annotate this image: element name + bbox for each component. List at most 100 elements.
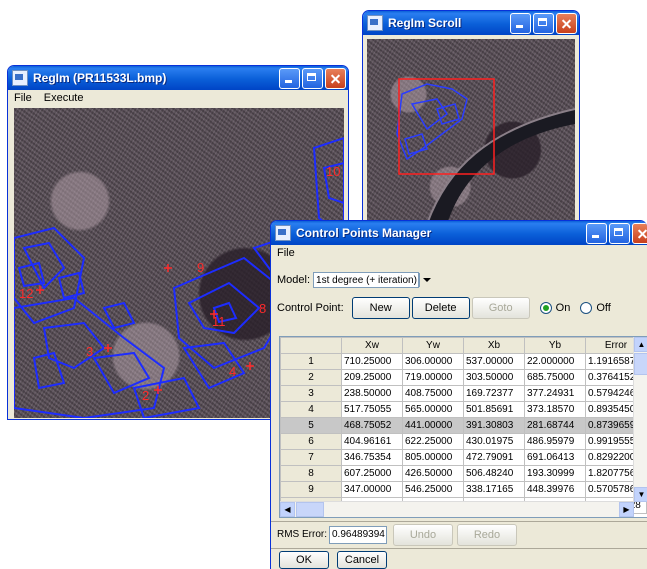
cancel-button[interactable]: Cancel (337, 551, 387, 569)
table-cell[interactable]: 373.18570 (524, 401, 586, 418)
delete-button[interactable]: Delete (411, 297, 470, 319)
off-radio[interactable] (580, 302, 593, 314)
table-cell[interactable]: 391.30803 (463, 417, 525, 434)
on-radio[interactable] (539, 302, 552, 314)
table-cell[interactable]: 710.25000 (341, 353, 403, 370)
table-cell[interactable]: 622.25000 (402, 433, 464, 450)
table-row[interactable]: 2 209.25000 719.00000 303.50000 685.75000 0.3… (280, 369, 647, 386)
table-cell[interactable]: 303.50000 (463, 369, 525, 386)
table-cell[interactable]: 22.000000 (524, 353, 586, 370)
ok-button[interactable]: OK (279, 551, 329, 569)
table-cell[interactable]: 209.25000 (341, 369, 403, 386)
scroll-down-icon[interactable]: ▼ (634, 487, 647, 502)
row-header[interactable]: 6 (280, 433, 342, 450)
column-header-xb[interactable]: Xb (463, 337, 525, 354)
column-header-xw[interactable]: Xw (341, 337, 403, 354)
row-header[interactable]: 5 (280, 417, 342, 434)
table-cell[interactable]: 448.39976 (524, 481, 586, 498)
undo-button[interactable]: Undo (393, 523, 453, 546)
close-button[interactable] (556, 12, 577, 34)
menu-execute[interactable]: Execute (42, 92, 86, 104)
table-row[interactable]: 5 468.75052 441.00000 391.30803 281.68744 0.8… (280, 417, 647, 434)
table-cell[interactable]: 546.25000 (402, 481, 464, 498)
table-cell[interactable]: 691.06413 (524, 449, 586, 466)
scroll-up-icon[interactable]: ▲ (634, 337, 647, 352)
table-row[interactable]: 6 404.96161 622.25000 430.01975 486.95979 0.9… (280, 433, 647, 450)
table-cell[interactable]: 441.00000 (402, 417, 464, 434)
minimize-button[interactable] (510, 12, 531, 34)
column-header-yw[interactable]: Yw (402, 337, 464, 354)
on-label: On (555, 302, 571, 314)
satellite-image-scroll[interactable] (367, 39, 575, 224)
row-header[interactable]: 1 (280, 353, 342, 370)
scroll-left-icon[interactable]: ◀ (280, 502, 295, 517)
rms-row: RMS Error: 0.96489394 Undo Redo (271, 521, 647, 547)
title-bar[interactable]: RegIm (PR11533L.bmp) (8, 66, 348, 90)
row-header[interactable]: 9 (280, 481, 342, 498)
maximize-button[interactable] (533, 12, 554, 34)
table-row[interactable]: 9 347.00000 546.25000 338.17165 448.39976 0.5… (280, 481, 647, 498)
minimize-button[interactable] (586, 222, 607, 244)
scroll-thumb[interactable] (634, 353, 647, 375)
table-cell[interactable]: 607.25000 (341, 465, 403, 482)
table-cell[interactable]: 537.00000 (463, 353, 525, 370)
table-cell[interactable]: 306.00000 (402, 353, 464, 370)
title-bar[interactable]: RegIm Scroll (363, 11, 579, 35)
rms-label: RMS Error: (277, 529, 327, 540)
table-row[interactable]: 7 346.75354 805.00000 472.79091 691.06413 0.8… (280, 449, 647, 466)
table-cell[interactable]: 426.50000 (402, 465, 464, 482)
horizontal-scrollbar[interactable]: ◀ ▶ (280, 501, 634, 517)
scroll-right-icon[interactable]: ▶ (619, 502, 634, 517)
table-header-row: Xw Yw Xb Yb Error (280, 337, 647, 354)
table-cell[interactable]: 468.75052 (341, 417, 403, 434)
table-cell[interactable]: 193.30999 (524, 465, 586, 482)
table-cell[interactable]: 408.75000 (402, 385, 464, 402)
scroll-thumb-horizontal[interactable] (296, 502, 324, 517)
close-button[interactable] (325, 67, 346, 89)
maximize-button[interactable] (609, 222, 630, 244)
table-row[interactable]: 8 607.25000 426.50000 506.48240 193.30999 1.8… (280, 465, 647, 482)
table-cell[interactable]: 685.75000 (524, 369, 586, 386)
table-cell[interactable]: 486.95979 (524, 433, 586, 450)
table-row[interactable]: 3 238.50000 408.75000 169.72377 377.24931 0.5… (280, 385, 647, 402)
minimize-button[interactable] (279, 67, 300, 89)
menu-file[interactable]: File (12, 92, 34, 104)
redo-button[interactable]: Redo (457, 523, 517, 546)
table-cell[interactable]: 238.50000 (341, 385, 403, 402)
control-points-grid[interactable]: Xw Yw Xb Yb Error 1 710.25000 306.00000 537… (279, 336, 647, 518)
row-header[interactable]: 3 (280, 385, 342, 402)
row-header[interactable]: 2 (280, 369, 342, 386)
app-icon (275, 225, 291, 241)
table-row[interactable]: 1 710.25000 306.00000 537.00000 22.000000 1.1… (280, 353, 647, 370)
table-row[interactable]: 4 517.75055 565.00000 501.85691 373.18570 0.8… (280, 401, 647, 418)
table-cell[interactable]: 377.24931 (524, 385, 586, 402)
column-header-yb[interactable]: Yb (524, 337, 586, 354)
vertical-scrollbar[interactable]: ▲ ▼ (633, 337, 647, 502)
window-title: RegIm (PR11533L.bmp) (33, 71, 167, 85)
table-cell[interactable]: 517.75055 (341, 401, 403, 418)
goto-button[interactable]: Goto (471, 297, 530, 319)
chevron-down-icon[interactable] (418, 273, 431, 287)
table-cell[interactable]: 404.96161 (341, 433, 403, 450)
row-header[interactable]: 8 (280, 465, 342, 482)
row-header[interactable]: 4 (280, 401, 342, 418)
table-cell[interactable]: 281.68744 (524, 417, 586, 434)
table-cell[interactable]: 719.00000 (402, 369, 464, 386)
table-cell[interactable]: 805.00000 (402, 449, 464, 466)
row-header[interactable]: 7 (280, 449, 342, 466)
close-button[interactable] (632, 222, 647, 244)
maximize-button[interactable] (302, 67, 323, 89)
table-cell[interactable]: 506.48240 (463, 465, 525, 482)
table-cell[interactable]: 565.00000 (402, 401, 464, 418)
table-cell[interactable]: 338.17165 (463, 481, 525, 498)
model-select[interactable]: 1st degree (+ iteration) (313, 272, 431, 288)
table-cell[interactable]: 430.01975 (463, 433, 525, 450)
table-cell[interactable]: 346.75354 (341, 449, 403, 466)
table-cell[interactable]: 501.85691 (463, 401, 525, 418)
table-cell[interactable]: 347.00000 (341, 481, 403, 498)
new-button[interactable]: New (351, 297, 410, 319)
title-bar[interactable]: Control Points Manager (271, 221, 647, 245)
menu-file[interactable]: File (275, 247, 297, 259)
table-cell[interactable]: 169.72377 (463, 385, 525, 402)
table-cell[interactable]: 472.79091 (463, 449, 525, 466)
